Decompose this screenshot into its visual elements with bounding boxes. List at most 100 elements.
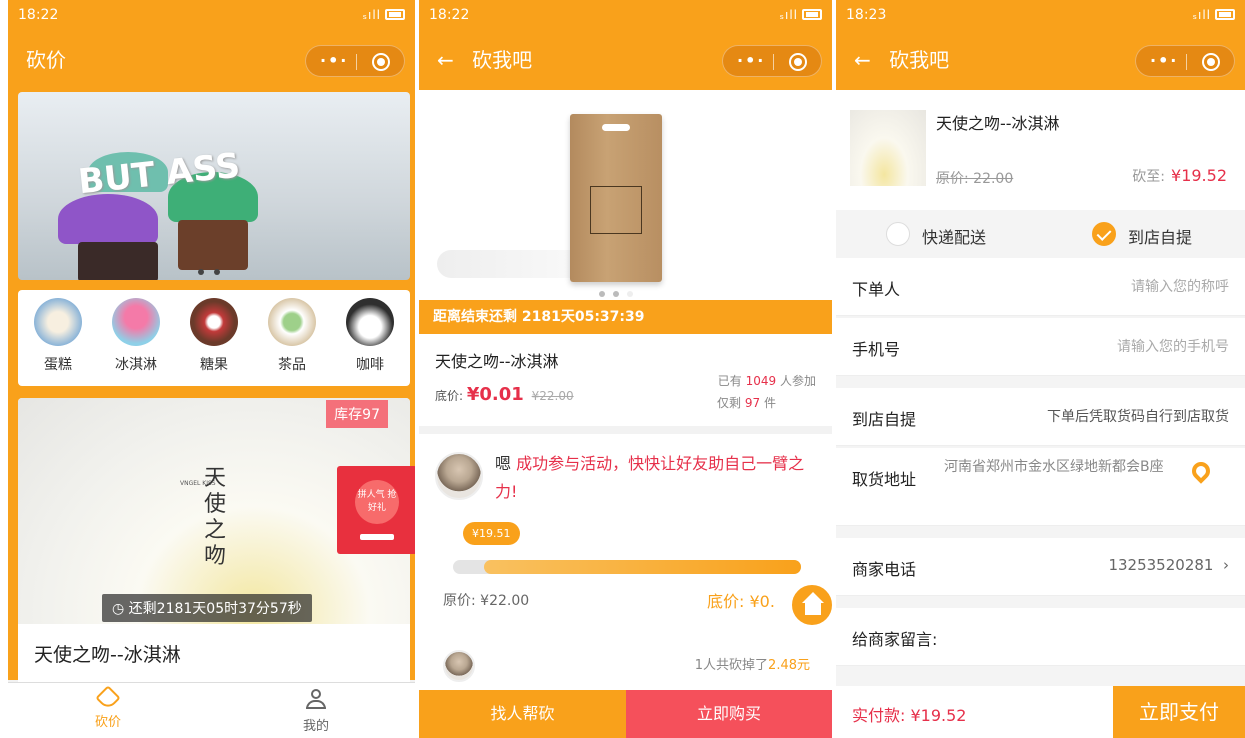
candy-icon [190,298,238,346]
category-label: 蛋糕 [44,357,72,373]
delivery-options: 快递配送 到店自提 [836,212,1245,258]
original-price: 原价: 22.00 [936,171,1014,187]
more-icon[interactable]: ·•· [737,46,765,76]
status-time: 18:22 [429,7,470,23]
current-price-tip: ¥19.51 [463,522,520,545]
progress-fill [484,560,801,574]
address-row[interactable]: 取货地址 河南省郑州市金水区绿地新都会B座 [836,448,1245,526]
category-label: 茶品 [278,357,306,373]
product-info: 天使之吻--冰淇淋 底价: ¥0.01 ¥22.00 已有 1049 人参加 仅… [419,334,832,426]
paper-bag-image [570,114,662,282]
original-price: 原价: ¥22.00 [443,593,530,609]
phone-row[interactable]: 手机号 请输入您的手机号 [836,318,1245,376]
tab-label: 砍价 [94,715,121,730]
bargain-total-row: 1人共砍掉了2.48元 [419,640,832,690]
floor-price-label: 底价: ¥0. [707,592,775,611]
coffee-icon [346,298,394,346]
banner-carousel[interactable]: BUT ASS [18,92,410,280]
tab-label: 我的 [302,719,329,734]
pickup-info-row: 到店自提 下单后凭取货码自行到店取货 [836,388,1245,446]
page-title: 砍价 [26,48,66,72]
countdown-strip: 距离结束还剩 2181天05:37:39 [419,300,832,334]
buy-now-button[interactable]: 立即购买 [626,690,832,738]
address-label: 取货地址 [852,470,917,489]
address-value: 河南省郑州市金水区绿地新都会B座 [944,459,1164,475]
joined-count: 已有 1049 人参加 [717,374,816,388]
signal-battery-icon: ₛıll [363,0,405,30]
category-cake[interactable]: 蛋糕 [28,298,88,374]
close-target-icon[interactable] [1202,53,1220,71]
tea-icon [268,298,316,346]
bargain-price: 砍至: ¥19.52 [1132,166,1227,185]
merchant-phone-value: 13253520281 › [1108,556,1229,574]
success-message: 嗯 成功参与活动，快快让好友助自己一臂之力! [495,454,805,501]
countdown-badge: ◷ 还剩2181天05时37分57秒 [102,594,312,622]
tag-icon [95,685,121,711]
gift-text: 拼人气 抢好礼 [355,480,399,524]
miniprogram-capsule: ·•· [722,45,822,77]
amount-payable: 实付款: ¥19.52 [852,706,967,725]
signal-battery-icon: ₛıll [1193,0,1235,30]
payment-bar: 实付款: ¥19.52 立即支付 [836,686,1245,738]
message-label: 给商家留言: [852,630,938,649]
product-thumbnail [850,110,926,186]
tab-bar: 砍价 我的 [8,682,415,738]
nav-bar: ← 砍我吧 ·•· [836,30,1245,90]
avatar [435,452,483,500]
express-label: 快递配送 [922,228,987,247]
bargain-detail-screen: 18:22 ₛıll ← 砍我吧 ·•· 距离结束还剩 2181天05:37:3… [419,0,832,738]
signal-battery-icon: ₛıll [780,0,822,30]
order-confirm-screen: 18:23 ₛıll ← 砍我吧 ·•· 天使之吻--冰淇淋 原价: 22.00… [836,0,1245,738]
bargain-list-screen: 18:22 ₛıll 砍价 ·•· BUT ASS 蛋糕 冰淇淋 糖果 茶品 咖… [8,0,415,738]
status-bar: 18:23 ₛıll [836,0,1245,30]
category-candy[interactable]: 糖果 [184,298,244,374]
phone-label: 手机号 [852,340,901,359]
chevron-right-icon: › [1223,556,1229,574]
location-pin-icon[interactable] [1188,458,1214,484]
product-title: 天使之吻--冰淇淋 [936,114,1060,133]
page-title: 砍我吧 [889,48,950,72]
find-help-button[interactable]: 找人帮砍 [419,690,626,738]
express-radio[interactable] [886,222,910,246]
status-time: 18:23 [846,7,887,23]
brand-logo: VNGEL KISS 天使之吻 [180,466,227,569]
home-icon[interactable] [789,582,832,628]
progress-bar [453,560,801,574]
more-icon[interactable]: ·•· [320,46,348,76]
orderer-row[interactable]: 下单人 请输入您的称呼 [836,258,1245,316]
category-label: 咖啡 [356,357,384,373]
pay-now-button[interactable]: 立即支付 [1113,686,1245,738]
stock-badge: 库存97 [326,400,388,428]
tab-mine[interactable]: 我的 [256,689,376,734]
pickup-label: 到店自提 [1128,228,1193,247]
gift-float-button[interactable]: 拼人气 抢好礼 [337,466,415,554]
orderer-label: 下单人 [852,280,901,299]
close-target-icon[interactable] [789,53,807,71]
miniprogram-capsule: ·•· [1135,45,1235,77]
product-carousel[interactable] [419,90,832,300]
phone-input[interactable]: 请输入您的手机号 [1117,336,1229,356]
more-icon[interactable]: ·•· [1150,46,1178,76]
back-arrow-icon[interactable]: ← [854,30,871,90]
nav-bar: ← 砍我吧 ·•· [419,30,832,90]
order-product: 天使之吻--冰淇淋 原价: 22.00 砍至: ¥19.52 [836,90,1245,210]
back-arrow-icon[interactable]: ← [437,30,454,90]
category-bar: 蛋糕 冰淇淋 糖果 茶品 咖啡 [18,290,410,386]
pickup-info-value: 下单后凭取货码自行到店取货 [1047,409,1229,425]
category-coffee[interactable]: 咖啡 [340,298,400,374]
message-row[interactable]: 给商家留言: [836,608,1245,666]
category-label: 糖果 [200,357,228,373]
category-tea[interactable]: 茶品 [262,298,322,374]
pickup-radio[interactable] [1092,222,1116,246]
tab-bargain[interactable]: 砍价 [48,685,168,730]
close-target-icon[interactable] [372,53,390,71]
orderer-input[interactable]: 请输入您的称呼 [1131,276,1229,296]
product-title: 天使之吻--冰淇淋 [435,352,559,371]
status-bar: 18:22 ₛıll [8,0,415,30]
status-bar: 18:22 ₛıll [419,0,832,30]
total-cut-text: 1人共砍掉了2.48元 [694,658,810,673]
merchant-phone-row[interactable]: 商家电话 13253520281 › [836,538,1245,596]
category-icecream[interactable]: 冰淇淋 [106,298,166,374]
activity-section: 嗯 成功参与活动，快快让好友助自己一臂之力! ¥19.51 原价: ¥22.00… [419,434,832,634]
floor-price: 底价: ¥0.01 ¥22.00 [435,384,574,405]
